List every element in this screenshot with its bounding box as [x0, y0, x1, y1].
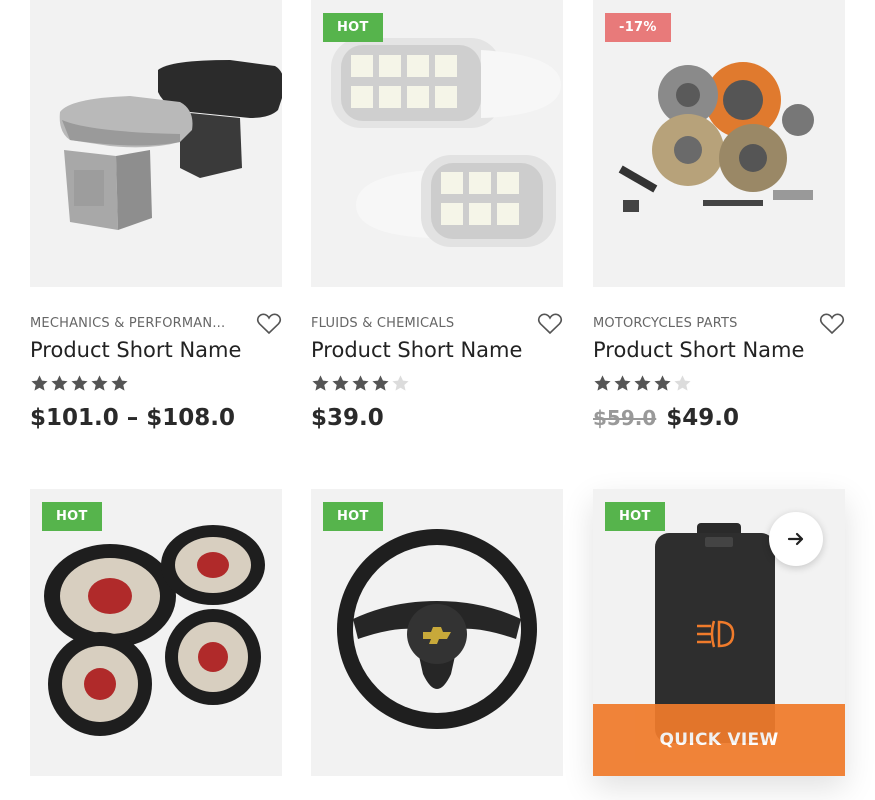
star-icon — [674, 375, 691, 391]
next-button[interactable] — [769, 512, 823, 566]
product-image[interactable] — [30, 0, 282, 287]
star-icon — [614, 375, 631, 391]
product-image[interactable]: HOT — [311, 489, 563, 776]
discount-badge: -17% — [605, 13, 671, 42]
clutch-kit-image — [618, 62, 814, 212]
current-price: $101.0 – $108.0 — [30, 405, 236, 431]
current-price: $39.0 — [311, 405, 384, 431]
product-category[interactable]: MOTORCYCLES PARTS — [593, 316, 803, 331]
led-bulbs-image — [331, 38, 561, 247]
star-icon — [634, 375, 651, 391]
star-icon — [312, 375, 329, 391]
product-card[interactable]: MECHANICS & PERFORMAN... Product Short N… — [30, 0, 282, 431]
product-image[interactable]: HOT — [311, 0, 563, 287]
rating-stars — [311, 374, 410, 394]
product-card[interactable]: HOT FLUIDS & CHEMICALS Product Short Nam… — [311, 0, 563, 431]
product-category[interactable]: FLUIDS & CHEMICALS — [311, 316, 521, 331]
hot-badge: HOT — [42, 502, 102, 531]
arrow-right-icon — [787, 532, 804, 546]
hot-badge: HOT — [605, 502, 665, 531]
product-price: $59.0 $49.0 — [593, 405, 739, 431]
rating-stars — [593, 374, 692, 394]
product-name[interactable]: Product Short Name — [30, 338, 241, 362]
hot-badge: HOT — [323, 13, 383, 42]
armrest-image — [59, 60, 282, 230]
star-icon — [352, 375, 369, 391]
product-price: $39.0 — [311, 405, 384, 431]
star-icon — [31, 375, 48, 391]
current-price: $49.0 — [666, 405, 740, 431]
star-icon — [372, 375, 389, 391]
heart-icon[interactable] — [256, 312, 282, 336]
star-icon — [111, 375, 128, 391]
steering-wheel-image — [337, 529, 537, 729]
rating-stars — [30, 374, 129, 394]
product-category[interactable]: MECHANICS & PERFORMAN... — [30, 316, 240, 331]
product-image[interactable]: HOT — [30, 489, 282, 776]
hot-badge: HOT — [323, 502, 383, 531]
speakers-image — [44, 525, 265, 736]
star-icon — [392, 375, 409, 391]
star-icon — [51, 375, 68, 391]
star-icon — [594, 375, 611, 391]
heart-icon[interactable] — [537, 312, 563, 336]
product-card[interactable]: HOT — [311, 489, 563, 776]
product-card[interactable]: -17% MOTORCYCLES PARTS Product Short Nam… — [593, 0, 845, 431]
product-name[interactable]: Product Short Name — [311, 338, 522, 362]
product-price: $101.0 – $108.0 — [30, 405, 235, 431]
star-icon — [654, 375, 671, 391]
product-card[interactable]: HOT — [30, 489, 282, 776]
product-name[interactable]: Product Short Name — [593, 338, 804, 362]
star-icon — [332, 375, 349, 391]
product-card[interactable]: HOT QUICK VIEW — [593, 489, 845, 776]
product-image[interactable]: HOT QUICK VIEW — [593, 489, 845, 776]
product-image[interactable]: -17% — [593, 0, 845, 287]
heart-icon[interactable] — [819, 312, 845, 336]
quick-view-button[interactable]: QUICK VIEW — [593, 704, 845, 776]
old-price: $59.0 — [593, 406, 657, 430]
star-icon — [71, 375, 88, 391]
star-icon — [91, 375, 108, 391]
